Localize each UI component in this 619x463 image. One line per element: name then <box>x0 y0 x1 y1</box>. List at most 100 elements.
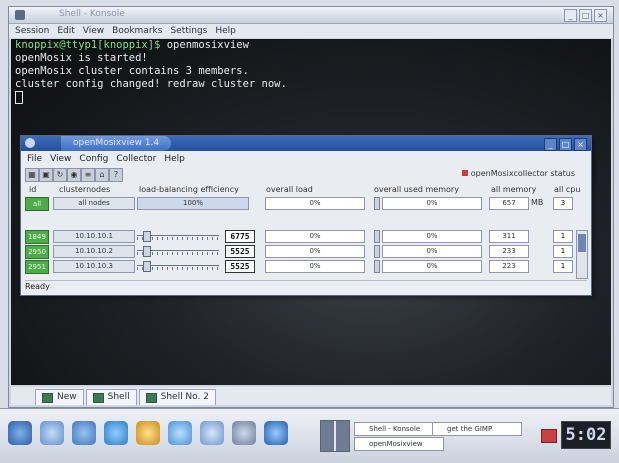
node-button[interactable]: 10.10.10.1 <box>53 230 135 243</box>
konsole-title: Shell - Konsole <box>59 9 125 19</box>
omv-toolbar: ▦ ▣ ↻ ◉ ≡ ⌂ ? openMosixcollector status <box>21 166 591 182</box>
node-id: 1849 <box>25 230 49 244</box>
node-load: 0% <box>265 260 365 273</box>
terminal-cursor-line <box>11 91 611 105</box>
node-load: 0% <box>265 245 365 258</box>
menu-help[interactable]: Help <box>164 154 185 164</box>
lbe-slider[interactable] <box>137 230 219 242</box>
editor-icon[interactable] <box>264 421 288 445</box>
desktop-pager[interactable] <box>320 420 350 452</box>
header-clusternodes: clusternodes <box>59 185 111 194</box>
table-row: 1849 10.10.10.1 6775 0% 0% 311 1 <box>25 230 573 244</box>
menu-bookmarks[interactable]: Bookmarks <box>112 26 162 36</box>
search-icon[interactable] <box>200 421 224 445</box>
help-icon[interactable]: ? <box>109 168 123 182</box>
shell-icon <box>92 392 104 403</box>
terminal-line: knoppix@ttyp1[knoppix]$ openmosixview <box>15 39 249 51</box>
header-allmem: all memory <box>491 185 537 194</box>
task-openmosixview[interactable]: openMosixview <box>354 437 444 451</box>
summary-allmem: 657 <box>489 197 529 210</box>
table-row: 2951 10.10.10.3 5525 0% 0% 223 1 <box>25 260 573 274</box>
menu-config[interactable]: Config <box>79 154 108 164</box>
header-load: overall load <box>266 185 313 194</box>
omv-title: openMosixview 1.4 <box>61 136 172 151</box>
shell-icon <box>145 392 157 403</box>
mail-icon[interactable] <box>136 421 160 445</box>
all-nodes-button[interactable]: all nodes <box>53 197 135 210</box>
maximize-icon[interactable]: □ <box>579 9 592 22</box>
minimize-icon[interactable]: _ <box>564 9 577 22</box>
menu-file[interactable]: File <box>27 154 42 164</box>
omv-app-icon <box>25 138 35 148</box>
summary-id: all <box>25 197 49 211</box>
close-icon[interactable]: × <box>574 138 587 151</box>
cluster-icon[interactable]: ▦ <box>25 168 39 182</box>
node-mem: 0% <box>382 260 482 273</box>
openmosixview-window: openMosixview 1.4 _ □ × File View Config… <box>20 135 592 296</box>
summary-row: all all nodes 100% 0% 0% 657 MB 3 <box>25 197 573 211</box>
refresh-icon[interactable]: ↻ <box>53 168 67 182</box>
konsole-app-icon <box>15 10 25 20</box>
scroll-thumb[interactable] <box>578 234 586 252</box>
clock[interactable]: 5:02 <box>561 421 611 449</box>
home-icon[interactable] <box>40 421 64 445</box>
node-allmem: 233 <box>489 245 529 258</box>
node-mem-bar <box>374 260 380 273</box>
lbe-slider[interactable] <box>137 245 219 257</box>
menu-view[interactable]: View <box>50 154 71 164</box>
tab-shell-2[interactable]: Shell No. 2 <box>138 389 216 405</box>
memory-unit: MB <box>531 198 544 207</box>
lbe-slider[interactable] <box>137 260 219 272</box>
menu-collector[interactable]: Collector <box>116 154 156 164</box>
konqueror-icon[interactable] <box>72 421 96 445</box>
menu-view[interactable]: View <box>83 26 104 36</box>
node-button[interactable]: 10.10.10.3 <box>53 260 135 273</box>
node-id: 2950 <box>25 245 49 259</box>
text-cursor <box>15 91 23 104</box>
task-gimp[interactable]: get the GIMP <box>432 422 522 436</box>
node-mem: 0% <box>382 245 482 258</box>
menu-edit[interactable]: Edit <box>57 26 74 36</box>
migmon-icon[interactable]: ⌂ <box>95 168 109 182</box>
table-row: 2950 10.10.10.2 5525 0% 0% 233 1 <box>25 245 573 259</box>
menu-help[interactable]: Help <box>215 26 236 36</box>
node-id: 2951 <box>25 260 49 274</box>
tab-shell[interactable]: Shell <box>85 389 137 405</box>
node-cpus[interactable]: 1 <box>553 260 573 273</box>
node-mem-bar <box>374 245 380 258</box>
menu-settings[interactable]: Settings <box>170 26 207 36</box>
header-id: id <box>29 185 37 194</box>
terminal-icon[interactable] <box>232 421 256 445</box>
network-icon[interactable] <box>168 421 192 445</box>
lbe-value: 5525 <box>225 245 255 258</box>
save-icon[interactable]: ▣ <box>39 168 53 182</box>
status-red-icon <box>461 170 468 176</box>
kmenu-icon[interactable] <box>8 421 32 445</box>
history-icon[interactable]: ≡ <box>81 168 95 182</box>
kde-taskbar: Shell - Konsole openMosixview get the GI… <box>0 408 619 463</box>
node-cpus[interactable]: 1 <box>553 245 573 258</box>
tray-icon[interactable] <box>541 429 557 443</box>
tab-new[interactable]: New <box>35 389 84 405</box>
node-cpus[interactable]: 1 <box>553 230 573 243</box>
node-mem: 0% <box>382 230 482 243</box>
close-icon[interactable]: × <box>594 9 607 22</box>
task-konsole[interactable]: Shell - Konsole <box>354 422 444 436</box>
minimize-icon[interactable]: _ <box>544 138 557 151</box>
vertical-scrollbar[interactable] <box>576 230 588 279</box>
maximize-icon[interactable]: □ <box>559 138 572 151</box>
omv-titlebar[interactable]: openMosixview 1.4 _ □ × <box>21 136 591 151</box>
summary-mem-bar <box>374 197 380 210</box>
konsole-menubar: Session Edit View Bookmarks Settings Hel… <box>9 24 613 38</box>
header-mem: overall used memory <box>374 185 459 194</box>
browser-icon[interactable] <box>104 421 128 445</box>
summary-load: 0% <box>265 197 365 210</box>
summary-lbe: 100% <box>137 197 249 210</box>
collector-status: openMosixcollector status <box>461 169 575 178</box>
node-button[interactable]: 10.10.10.2 <box>53 245 135 258</box>
header-cpus: all cpu <box>554 185 581 194</box>
konsole-titlebar[interactable]: Shell - Konsole _ □ × <box>9 7 613 24</box>
new-session-icon <box>42 392 53 403</box>
process-icon[interactable]: ◉ <box>67 168 81 182</box>
menu-session[interactable]: Session <box>15 26 49 36</box>
